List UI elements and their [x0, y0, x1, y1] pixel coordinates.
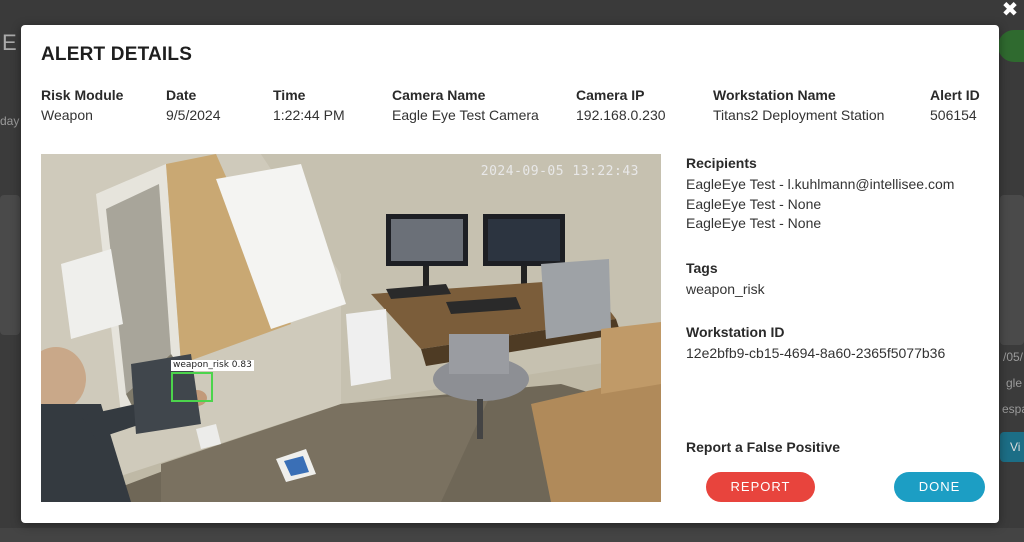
- alert-side-panel: Recipients EagleEye Test - l.kuhlmann@in…: [686, 155, 986, 364]
- camera-timestamp: 2024-09-05 13:22:43: [480, 164, 639, 179]
- background-tab-fragment: day: [0, 114, 20, 128]
- report-false-positive-link[interactable]: Report a False Positive: [686, 439, 840, 455]
- background-card-title: gle: [1006, 376, 1023, 390]
- close-icon[interactable]: ✖: [1000, 0, 1020, 20]
- meta-value: Weapon: [41, 107, 93, 123]
- detection-label: weapon_risk 0.83: [171, 360, 254, 371]
- meta-label: Risk Module: [41, 87, 124, 103]
- meta-date: Date 9/5/2024: [166, 87, 221, 123]
- recipient-item: EagleEye Test - None: [686, 215, 822, 231]
- background-card-subtitle: espa: [1002, 402, 1024, 416]
- camera-snapshot: 2024-09-05 13:22:43 weapon_risk 0.83: [41, 154, 661, 502]
- meta-label: Camera IP: [576, 87, 645, 103]
- meta-value: 9/5/2024: [166, 107, 221, 123]
- meta-label: Camera Name: [392, 87, 486, 103]
- report-button[interactable]: REPORT: [706, 472, 815, 502]
- meta-risk-module: Risk Module Weapon: [41, 87, 123, 123]
- meta-workstation-name: Workstation Name Titans2 Deployment Stat…: [713, 87, 884, 123]
- background-view-button-label: Vi: [1010, 440, 1021, 454]
- meta-value: 192.168.0.230: [576, 107, 666, 123]
- meta-label: Workstation Name: [713, 87, 836, 103]
- recipient-item: EagleEye Test - None: [686, 195, 822, 212]
- background-card-row: [0, 528, 1024, 542]
- meta-alert-id: Alert ID 506154: [930, 87, 980, 123]
- meta-camera-ip: Camera IP 192.168.0.230: [576, 87, 666, 123]
- meta-value: Titans2 Deployment Station: [713, 107, 885, 123]
- background-card: [0, 195, 20, 335]
- detection-bounding-box: [171, 372, 213, 402]
- recipient-item: EagleEye Test - l.kuhlmann@intellisee.co…: [686, 176, 955, 192]
- modal-title: ALERT DETAILS: [41, 44, 193, 65]
- tag-item: weapon_risk: [686, 280, 765, 297]
- meta-camera-name: Camera Name Eagle Eye Test Camera: [392, 87, 539, 123]
- background-action-button: [998, 30, 1024, 62]
- recipients-list: EagleEye Test - l.kuhlmann@intellisee.co…: [686, 175, 986, 234]
- meta-label: Time: [273, 87, 306, 103]
- alert-details-modal: ALERT DETAILS Risk Module Weapon Date 9/…: [21, 25, 999, 523]
- workstation-id-title: Workstation ID: [686, 324, 785, 340]
- meta-label: Date: [166, 87, 197, 103]
- recipients-title: Recipients: [686, 155, 757, 171]
- meta-value: 506154: [930, 107, 977, 123]
- done-button[interactable]: DONE: [894, 472, 985, 502]
- meta-value: 1:22:44 PM: [273, 107, 345, 123]
- camera-scene-illustration: [41, 154, 661, 502]
- meta-value: Eagle Eye Test Camera: [392, 107, 539, 123]
- meta-time: Time 1:22:44 PM: [273, 87, 345, 123]
- tags-list: weapon_risk: [686, 280, 986, 300]
- background-card: [1000, 195, 1024, 345]
- workstation-id-value: 12e2bfb9-cb15-4694-8a60-2365f5077b36: [686, 345, 946, 361]
- background-card-date: /05/: [1003, 350, 1024, 364]
- tags-title: Tags: [686, 259, 718, 276]
- meta-label: Alert ID: [930, 87, 980, 103]
- background-title-fragment: E: [2, 30, 17, 55]
